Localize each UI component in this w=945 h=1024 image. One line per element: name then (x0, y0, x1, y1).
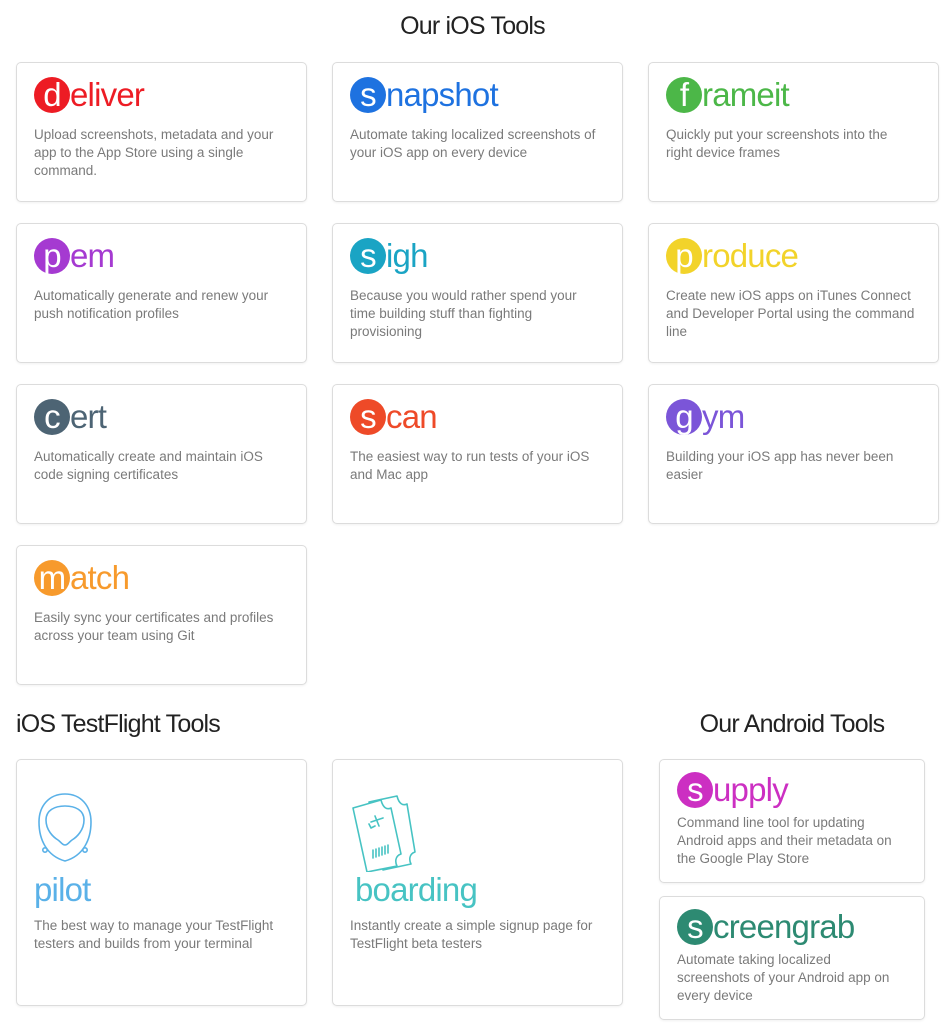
testflight-tools-title: iOS TestFlight Tools (16, 710, 221, 738)
tool-name: f rameit (666, 77, 790, 113)
match-initial-badge: m (34, 560, 70, 596)
tool-name: s upply (677, 772, 789, 808)
tool-name: p roduce (666, 238, 799, 274)
tool-card-screengrab[interactable]: s creengrab Automate taking localized scr… (659, 896, 925, 1020)
tool-name: p em (34, 238, 115, 274)
tool-card-boarding[interactable]: boarding Instantly create a simple signu… (332, 759, 623, 1006)
frameit-initial-badge: f (666, 77, 702, 113)
snapshot-initial-badge: s (350, 77, 386, 113)
tool-name: s creengrab (677, 909, 855, 945)
tool-name: g ym (666, 399, 745, 435)
tool-description: Automatically generate and renew your pu… (34, 288, 269, 321)
cert-initial-badge: c (34, 399, 70, 435)
pem-initial-badge: p (34, 238, 70, 274)
sigh-initial-badge: s (350, 238, 386, 274)
tool-card-gym[interactable]: g ym Building your iOS app has never been… (648, 384, 939, 524)
tool-description: Automate taking localized screenshots of… (350, 127, 596, 160)
boarding-pass-icon (352, 795, 416, 872)
gym-initial-badge: g (666, 399, 702, 435)
produce-initial-badge: p (666, 238, 702, 274)
tool-name: s napshot (350, 77, 499, 113)
tool-description: Automatically create and maintain iOS co… (34, 449, 263, 482)
tool-card-frameit[interactable]: f rameit Quickly put your screenshots int… (648, 62, 939, 202)
tool-card-snapshot[interactable]: s napshot Automate taking localized scree… (332, 62, 623, 202)
tool-card-deliver[interactable]: d eliver Upload screenshots, metadata and… (16, 62, 307, 202)
tool-description: Create new iOS apps on iTunes Connect an… (666, 288, 915, 339)
tool-name: m atch (34, 560, 130, 596)
supply-initial-badge: s (677, 772, 713, 808)
tool-description: Because you would rather spend your time… (350, 288, 577, 339)
scan-initial-badge: s (350, 399, 386, 435)
tool-name: boarding (355, 871, 478, 908)
tool-description: The easiest way to run tests of your iOS… (350, 449, 590, 482)
tool-description: Easily sync your certificates and profil… (34, 610, 274, 643)
tool-card-match[interactable]: m atch Easily sync your certificates and … (16, 545, 307, 685)
tool-description: Instantly create a simple signup page fo… (350, 918, 593, 951)
tool-card-scan[interactable]: s can The easiest way to run tests of you… (332, 384, 623, 524)
tool-name: pilot (34, 871, 91, 908)
tool-description: Automate taking localized screenshots of… (677, 952, 890, 1003)
screengrab-initial-badge: s (677, 909, 713, 945)
tool-name: d eliver (34, 77, 145, 113)
tool-description: Upload screenshots, metadata and your ap… (34, 127, 274, 178)
tool-name: c ert (34, 399, 107, 435)
tool-name: s can (350, 399, 438, 435)
ios-tools-title: Our iOS Tools (400, 12, 546, 40)
tool-description: The best way to manage your TestFlight t… (34, 918, 274, 951)
tool-card-supply[interactable]: s upply Command line tool for updating An… (659, 759, 925, 883)
pilot-helmet-icon (38, 793, 92, 862)
deliver-initial-badge: d (34, 77, 70, 113)
tool-description: Building your iOS app has never been eas… (666, 449, 894, 482)
tool-name: s igh (350, 238, 428, 274)
tool-card-cert[interactable]: c ert Automatically create and maintain i… (16, 384, 307, 524)
tool-description: Quickly put your screenshots into the ri… (666, 127, 888, 160)
tool-card-pem[interactable]: p em Automatically generate and renew you… (16, 223, 307, 363)
tool-card-produce[interactable]: p roduce Create new iOS apps on iTunes Co… (648, 223, 939, 363)
tool-card-sigh[interactable]: s igh Because you would rather spend your… (332, 223, 623, 363)
android-tools-title: Our Android Tools (699, 710, 885, 738)
tool-card-pilot[interactable]: pilot The best way to manage your TestFl… (16, 759, 307, 1006)
tool-description: Command line tool for updating Android a… (677, 815, 892, 866)
